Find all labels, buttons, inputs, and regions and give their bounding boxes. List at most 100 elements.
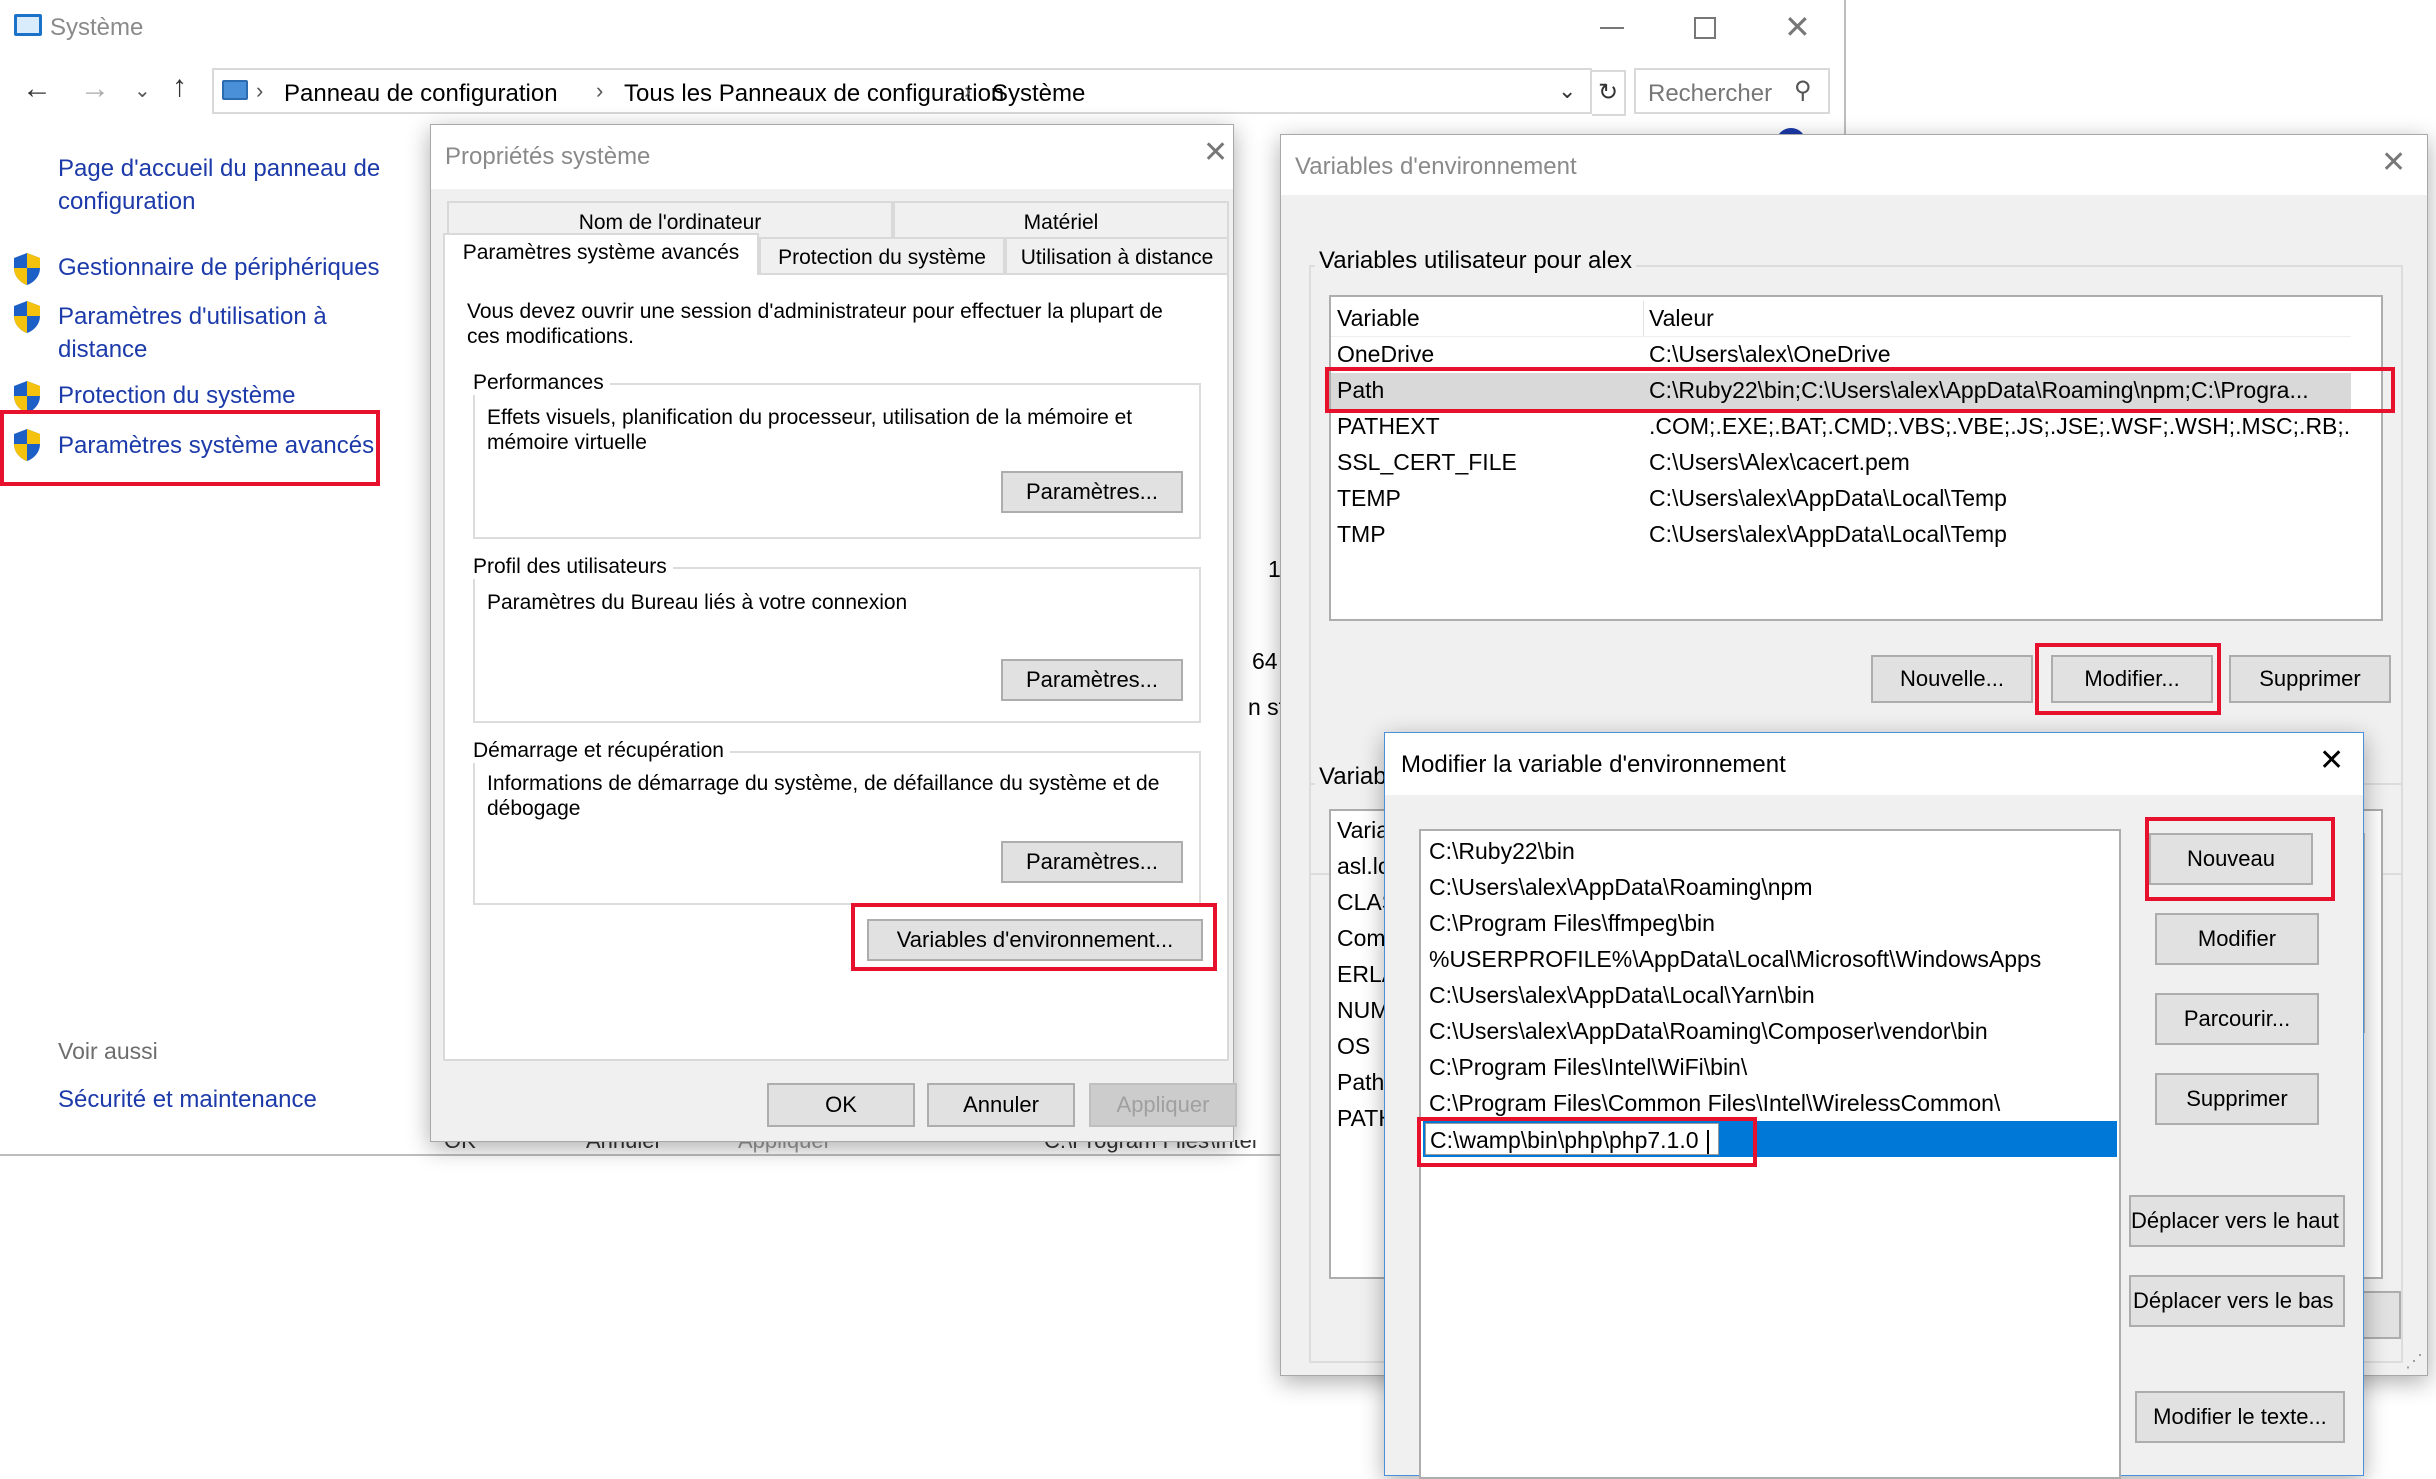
- delete-entry-button[interactable]: Supprimer: [2155, 1073, 2319, 1125]
- tab-advanced[interactable]: Paramètres système avancés: [443, 233, 759, 275]
- table-row[interactable]: TEMP C:\Users\alex\AppData\Local\Temp: [1331, 481, 2351, 517]
- remote-settings-link[interactable]: Paramètres d'utilisation à distance: [58, 300, 378, 366]
- column-header-value[interactable]: Valeur: [1649, 305, 2339, 332]
- new-user-variable-button[interactable]: Nouvelle...: [1871, 655, 2033, 703]
- list-header: Variable Valeur: [1331, 301, 2351, 337]
- user-variables-list[interactable]: Variable Valeur OneDrive C:\Users\alex\On…: [1329, 295, 2383, 621]
- path-entry[interactable]: C:\Ruby22\bin: [1423, 833, 2117, 869]
- inline-edit-input[interactable]: C:\wamp\bin\php\php7.1.0: [1425, 1123, 1719, 1155]
- path-entries-list[interactable]: C:\Ruby22\bin C:\Users\alex\AppData\Roami…: [1419, 829, 2121, 1479]
- button-label: Variables d'environnement...: [896, 927, 1174, 952]
- startup-settings-button[interactable]: Paramètres...: [1001, 841, 1183, 883]
- table-row[interactable]: PATHEXT .COM;.EXE;.BAT;.CMD;.VBS;.VBE;.JS…: [1331, 409, 2351, 445]
- shield-icon: [12, 300, 42, 334]
- text-cursor: [1706, 1129, 1709, 1154]
- title-bar: Système ✕: [0, 0, 1844, 58]
- browse-button[interactable]: Parcourir...: [2155, 993, 2319, 1045]
- button-label: Paramètres...: [1025, 667, 1159, 692]
- chevron-down-icon[interactable]: ⌄: [1558, 78, 1576, 104]
- tab-system-protection[interactable]: Protection du système: [759, 237, 1005, 273]
- up-icon[interactable]: ↑: [172, 70, 187, 104]
- tab-computer-name[interactable]: Nom de l'ordinateur: [447, 201, 893, 237]
- address-bar[interactable]: › Panneau de configuration › Tous les Pa…: [212, 68, 1592, 114]
- button-label: Paramètres...: [1025, 479, 1159, 504]
- edit-user-variable-button[interactable]: Modifier...: [2051, 655, 2213, 703]
- variable-value: .COM;.EXE;.BAT;.CMD;.VBS;.VBE;.JS;.JSE;.…: [1649, 413, 2349, 439]
- table-row[interactable]: Path C:\Ruby22\bin;C:\Users\alex\AppData\…: [1331, 373, 2351, 409]
- button-label: Supprimer: [2259, 666, 2361, 691]
- resize-grip-icon[interactable]: ⋰: [2405, 1351, 2423, 1372]
- control-panel-home-link[interactable]: Page d'accueil du panneau de configurati…: [58, 152, 398, 218]
- back-icon[interactable]: ←: [22, 72, 52, 106]
- close-icon[interactable]: ✕: [1203, 135, 1228, 170]
- button-label: Supprimer: [2186, 1086, 2288, 1111]
- startup-title: Démarrage et récupération: [467, 739, 730, 763]
- variable-value: C:\Ruby22\bin;C:\Users\alex\AppData\Roam…: [1649, 377, 2309, 403]
- device-manager-link[interactable]: Gestionnaire de périphériques: [58, 254, 380, 282]
- path-entry[interactable]: C:\Users\alex\AppData\Roaming\npm: [1423, 869, 2117, 905]
- computer-icon: [14, 14, 42, 36]
- shield-icon: [12, 380, 42, 414]
- tab-label: Utilisation à distance: [1020, 246, 1214, 269]
- column-header-variable[interactable]: Variable: [1337, 305, 1637, 332]
- table-row[interactable]: OneDrive C:\Users\alex\OneDrive: [1331, 337, 2351, 373]
- user-variables-title: Variables utilisateur pour alex: [1315, 247, 1637, 275]
- performance-text: Effets visuels, planification du process…: [487, 406, 1133, 454]
- move-down-button[interactable]: Déplacer vers le bas: [2129, 1275, 2345, 1327]
- path-entry[interactable]: C:\Program Files\Intel\WiFi\bin\: [1423, 1049, 2117, 1085]
- tab-remote[interactable]: Utilisation à distance: [1005, 237, 1229, 273]
- breadcrumb-item[interactable]: Système: [992, 80, 1085, 108]
- button-label: Déplacer vers le haut: [2131, 1208, 2339, 1233]
- move-up-button[interactable]: Déplacer vers le haut: [2129, 1195, 2345, 1247]
- minimize-icon[interactable]: [1600, 27, 1624, 29]
- shield-icon: [12, 428, 42, 462]
- system-protection-link[interactable]: Protection du système: [58, 382, 295, 410]
- close-icon[interactable]: ✕: [2319, 743, 2344, 778]
- recent-dropdown-icon[interactable]: ⌄: [134, 78, 151, 103]
- dialog-title: Propriétés système: [445, 143, 651, 170]
- path-entry[interactable]: C:\Program Files\Common Files\Intel\Wire…: [1423, 1085, 2117, 1121]
- environment-variables-button[interactable]: Variables d'environnement...: [867, 919, 1203, 961]
- button-label: Appliquer: [1116, 1092, 1210, 1117]
- path-entry[interactable]: %USERPROFILE%\AppData\Local\Microsoft\Wi…: [1423, 941, 2117, 977]
- path-entry[interactable]: C:\Users\alex\AppData\Local\Yarn\bin: [1423, 977, 2117, 1013]
- new-entry-button[interactable]: Nouveau: [2149, 833, 2313, 885]
- tab-label: Paramètres système avancés: [462, 241, 740, 264]
- dialog-title: Variables d'environnement: [1295, 153, 1577, 180]
- breadcrumb-item[interactable]: Tous les Panneaux de configuration: [624, 80, 1004, 108]
- table-row[interactable]: SSL_CERT_FILE C:\Users\Alex\cacert.pem: [1331, 445, 2351, 481]
- advanced-settings-link[interactable]: Paramètres système avancés: [58, 432, 374, 460]
- table-row[interactable]: TMP C:\Users\alex\AppData\Local\Temp: [1331, 517, 2351, 553]
- search-input[interactable]: Rechercher: [1648, 80, 1772, 108]
- search-box[interactable]: Rechercher ⚲: [1634, 68, 1830, 114]
- variable-value: C:\Users\Alex\cacert.pem: [1649, 449, 1910, 475]
- security-maintenance-link[interactable]: Sécurité et maintenance: [58, 1086, 317, 1114]
- refresh-icon[interactable]: ↻: [1592, 70, 1626, 116]
- variable-name: TMP: [1337, 521, 1386, 547]
- apply-button[interactable]: Appliquer: [1089, 1083, 1237, 1127]
- delete-user-variable-button[interactable]: Supprimer: [2229, 655, 2391, 703]
- tab-hardware[interactable]: Matériel: [893, 201, 1229, 237]
- close-icon[interactable]: ✕: [1784, 8, 1811, 46]
- ok-button[interactable]: OK: [767, 1083, 915, 1127]
- window-title: Système: [50, 14, 144, 41]
- profiles-settings-button[interactable]: Paramètres...: [1001, 659, 1183, 701]
- chevron-right-icon: ›: [596, 78, 604, 103]
- path-entry[interactable]: C:\Users\alex\AppData\Roaming\Composer\v…: [1423, 1013, 2117, 1049]
- performance-settings-button[interactable]: Paramètres...: [1001, 471, 1183, 513]
- button-label: Déplacer vers le bas: [2133, 1288, 2334, 1313]
- path-entry[interactable]: C:\Program Files\ffmpeg\bin: [1423, 905, 2117, 941]
- close-icon[interactable]: ✕: [2381, 145, 2406, 180]
- breadcrumb-item[interactable]: Panneau de configuration: [284, 80, 558, 108]
- search-icon[interactable]: ⚲: [1794, 76, 1812, 105]
- path-entry-editing[interactable]: C:\wamp\bin\php\php7.1.0: [1423, 1121, 2117, 1157]
- maximize-icon[interactable]: [1694, 17, 1716, 39]
- variable-name: Path: [1337, 377, 1385, 403]
- edit-text-button[interactable]: Modifier le texte...: [2135, 1391, 2345, 1443]
- profiles-title: Profil des utilisateurs: [467, 555, 673, 579]
- inline-edit-value: C:\wamp\bin\php\php7.1.0: [1430, 1127, 1699, 1153]
- behind-ok-label: OK: [444, 1140, 476, 1153]
- cancel-button[interactable]: Annuler: [927, 1083, 1075, 1127]
- forward-icon[interactable]: →: [80, 72, 110, 106]
- edit-entry-button[interactable]: Modifier: [2155, 913, 2319, 965]
